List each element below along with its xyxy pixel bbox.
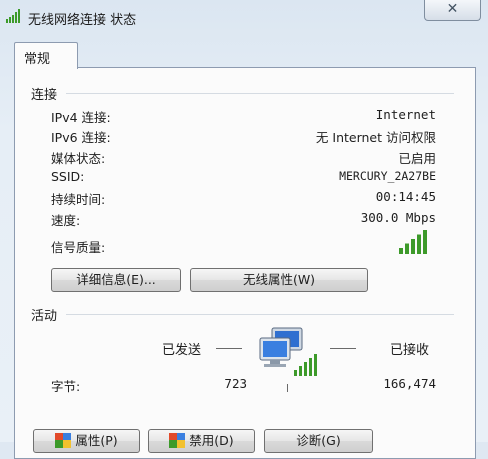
shield-icon: [55, 433, 72, 448]
tab-general[interactable]: 常规: [14, 42, 78, 69]
signal-bar: [411, 239, 415, 254]
signal-bar: [417, 234, 421, 254]
status-window: 无线网络连接 状态 ✕ 常规 连接 IPv4 连接: Internet IPv6…: [0, 0, 488, 459]
bytes-label: 字节:: [51, 379, 81, 394]
connection-divider: [66, 93, 454, 94]
duration-label: 持续时间:: [51, 192, 106, 207]
received-connector-line: [330, 348, 356, 349]
signal-bar: [399, 248, 403, 254]
window-title: 无线网络连接 状态: [28, 13, 137, 28]
disable-button[interactable]: 禁用(D): [148, 429, 255, 453]
activity-section-title: 活动: [31, 309, 58, 324]
close-button[interactable]: ✕: [424, 0, 481, 21]
activity-divider: [66, 314, 454, 315]
wireless-signal-icon: [6, 9, 20, 23]
speed-label: 速度:: [51, 213, 81, 228]
signal-quality-bars-icon: [399, 230, 427, 254]
media-state-label: 媒体状态:: [51, 151, 106, 166]
ssid-value: MERCURY_2A27BE: [339, 169, 436, 183]
ssid-label: SSID:: [51, 169, 85, 184]
ipv6-value: 无 Internet 访问权限: [315, 130, 436, 145]
properties-button-label: 属性(P): [75, 433, 118, 448]
signal-bar: [405, 243, 409, 254]
received-label: 已接收: [390, 343, 430, 358]
properties-button[interactable]: 属性(P): [33, 429, 140, 453]
bytes-received-value: 166,474: [383, 376, 436, 391]
close-icon: ✕: [446, 1, 459, 17]
network-computers-icon: [259, 327, 317, 376]
title-bar: 无线网络连接 状态 ✕: [0, 0, 488, 34]
wireless-properties-button[interactable]: 无线属性(W): [190, 268, 368, 292]
ipv4-label: IPv4 连接:: [51, 110, 111, 125]
ipv6-label: IPv6 连接:: [51, 130, 111, 145]
signal-quality-label: 信号质量:: [51, 240, 106, 255]
diagnose-button[interactable]: 诊断(G): [264, 429, 373, 453]
media-state-value: 已启用: [398, 151, 436, 166]
shield-icon: [169, 433, 186, 448]
sent-label: 已发送: [162, 343, 202, 358]
speed-value: 300.0 Mbps: [360, 210, 436, 225]
ipv4-value: Internet: [375, 107, 436, 122]
disable-button-label: 禁用(D): [189, 433, 234, 448]
tab-general-label: 常规: [24, 52, 51, 67]
bytes-sent-value: 723: [224, 376, 247, 391]
sent-connector-line: [216, 348, 242, 349]
activity-tick-mark: [287, 384, 288, 392]
signal-bar: [423, 230, 427, 254]
details-button[interactable]: 详细信息(E)...: [51, 268, 181, 292]
connection-section-title: 连接: [31, 88, 58, 103]
duration-value: 00:14:45: [375, 189, 436, 204]
